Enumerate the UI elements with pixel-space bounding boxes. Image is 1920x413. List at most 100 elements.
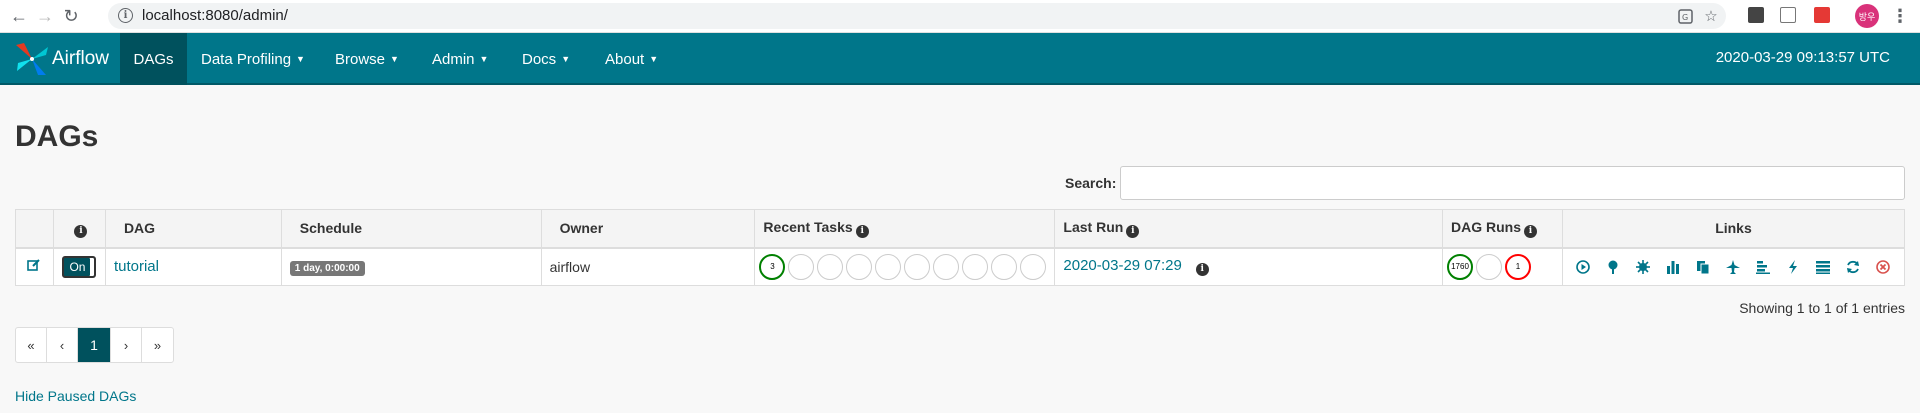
header-schedule[interactable]: Schedule	[280, 209, 542, 249]
server-clock: 2020-03-29 09:13:57 UTC	[1715, 49, 1890, 66]
cast-icon[interactable]	[1780, 7, 1796, 23]
header-dag[interactable]: DAG	[104, 209, 282, 249]
task-state-success[interactable]: 3	[759, 253, 786, 280]
header-last-run-label: Last Run	[1063, 218, 1124, 235]
header-dag-label: DAG	[123, 220, 156, 237]
dag-toggle[interactable]: On	[62, 255, 97, 278]
browser-toolbar: ← → ↻ i localhost:8080/admin/ G ☆ 방우 ⋮	[0, 0, 1920, 33]
entries-summary: Showing 1 to 1 of 1 entries	[1739, 300, 1905, 316]
dag-runs-cell: 1760 1	[1442, 247, 1563, 286]
last-run-link[interactable]: 2020-03-29 07:29	[1063, 257, 1181, 274]
navbar: Airflow DAGs Data Profiling ▼ Browse ▼ Adm…	[0, 33, 1920, 85]
bookmark-star-icon[interactable]: ☆	[1702, 7, 1720, 25]
header-owner[interactable]: Owner	[540, 209, 756, 249]
task-state-circle[interactable]	[991, 253, 1018, 280]
info-icon[interactable]: i	[1126, 224, 1140, 238]
nav-about[interactable]: About ▼	[605, 33, 658, 85]
logs-icon[interactable]	[1812, 256, 1834, 278]
trigger-dag-icon[interactable]	[1572, 256, 1594, 278]
search-input[interactable]	[1120, 166, 1905, 200]
nav-docs[interactable]: Docs ▼	[522, 33, 570, 85]
extension-red-icon[interactable]	[1814, 7, 1830, 23]
dag-runs-circles: 1760 1	[1443, 253, 1562, 280]
task-tries-icon[interactable]	[1692, 256, 1714, 278]
page-title: DAGs	[15, 120, 99, 153]
nav-docs-label: Docs	[522, 50, 557, 68]
task-state-circle[interactable]	[904, 253, 931, 280]
nav-about-label: About	[605, 50, 645, 68]
translate-icon[interactable]: G	[1676, 7, 1694, 25]
brand[interactable]: Airflow	[14, 39, 109, 79]
refresh-icon[interactable]	[1842, 256, 1864, 278]
dag-cell: tutorial	[104, 247, 282, 286]
profile-avatar[interactable]: 방우	[1855, 4, 1879, 28]
task-state-circle[interactable]	[817, 253, 844, 280]
nav-data-profiling[interactable]: Data Profiling ▼	[201, 33, 305, 85]
owner-cell: airflow	[540, 247, 756, 286]
chevron-down-icon: ▼	[479, 54, 489, 64]
chevron-down-icon: ▼	[390, 54, 399, 64]
info-icon[interactable]: i	[1195, 263, 1209, 277]
table-header-row: i DAG Schedule Owner Recent Tasks i Last …	[15, 209, 1906, 249]
pagination: « ‹ 1 › »	[15, 327, 174, 363]
task-state-circle[interactable]	[1020, 253, 1047, 280]
delete-dag-icon[interactable]	[1872, 256, 1894, 278]
url-text: localhost:8080/admin/	[142, 7, 288, 24]
header-owner-label: Owner	[559, 220, 604, 237]
forward-icon[interactable]: →	[32, 3, 58, 29]
task-state-circle[interactable]	[933, 253, 960, 280]
dag-run-success[interactable]: 1760	[1447, 253, 1474, 280]
task-state-circle[interactable]	[788, 253, 815, 280]
header-info: i	[52, 209, 106, 249]
dags-table: i DAG Schedule Owner Recent Tasks i Last …	[15, 209, 1906, 286]
browser-menu-icon[interactable]: ⋮	[1891, 4, 1909, 28]
header-links: Links	[1561, 209, 1906, 249]
airflow-logo-icon	[16, 43, 48, 75]
landing-times-icon[interactable]	[1722, 256, 1744, 278]
tree-view-icon[interactable]	[1602, 256, 1624, 278]
pager-last[interactable]: »	[142, 328, 173, 362]
chevron-down-icon: ▼	[296, 54, 305, 64]
header-schedule-label: Schedule	[299, 220, 363, 237]
extension-icon[interactable]	[1748, 7, 1764, 23]
nav-admin[interactable]: Admin ▼	[432, 33, 488, 85]
toggle-cell: On	[52, 247, 106, 286]
dag-run-failed[interactable]: 1	[1505, 253, 1532, 280]
info-icon[interactable]: i	[855, 224, 869, 238]
reload-icon[interactable]: ↻	[58, 3, 84, 29]
pager-prev[interactable]: ‹	[47, 328, 78, 362]
nav-browse[interactable]: Browse ▼	[335, 33, 399, 85]
graph-view-icon[interactable]	[1632, 256, 1654, 278]
gantt-icon[interactable]	[1752, 256, 1774, 278]
brand-name: Airflow	[52, 48, 110, 69]
back-icon[interactable]: ←	[6, 3, 32, 29]
task-state-circle[interactable]	[846, 253, 873, 280]
pager-next[interactable]: ›	[111, 328, 142, 362]
duration-chart-icon[interactable]	[1662, 256, 1684, 278]
recent-tasks-cell: 3	[754, 247, 1056, 286]
dag-link[interactable]: tutorial	[114, 258, 159, 275]
edit-icon[interactable]	[27, 258, 41, 272]
nav-dags[interactable]: DAGs	[120, 33, 187, 85]
header-recent-tasks: Recent Tasks i	[754, 209, 1056, 249]
dag-run-running[interactable]	[1476, 253, 1503, 280]
nav-admin-label: Admin	[432, 50, 475, 68]
chevron-down-icon: ▼	[649, 54, 659, 64]
pager-page-1[interactable]: 1	[78, 328, 111, 362]
info-icon[interactable]: i	[74, 224, 88, 238]
info-icon[interactable]: i	[1524, 224, 1538, 238]
address-bar[interactable]: i localhost:8080/admin/ G ☆	[108, 3, 1726, 29]
task-state-circle[interactable]	[875, 253, 902, 280]
schedule-badge[interactable]: 1 day, 0:00:00	[289, 260, 365, 276]
table-row: On tutorial 1 day, 0:00:00 airflow 3 202…	[15, 247, 1906, 286]
owner-text: airflow	[549, 258, 591, 275]
chevron-down-icon: ▼	[561, 54, 571, 64]
links-group	[1563, 256, 1904, 278]
code-view-icon[interactable]	[1782, 256, 1804, 278]
site-info-icon[interactable]: i	[118, 8, 133, 23]
svg-text:G: G	[1682, 13, 1688, 22]
pager-first[interactable]: «	[16, 328, 47, 362]
hide-paused-dags-link[interactable]: Hide Paused DAGs	[15, 388, 136, 404]
header-dag-runs-label: DAG Runs	[1451, 218, 1522, 235]
task-state-circle[interactable]	[962, 253, 989, 280]
